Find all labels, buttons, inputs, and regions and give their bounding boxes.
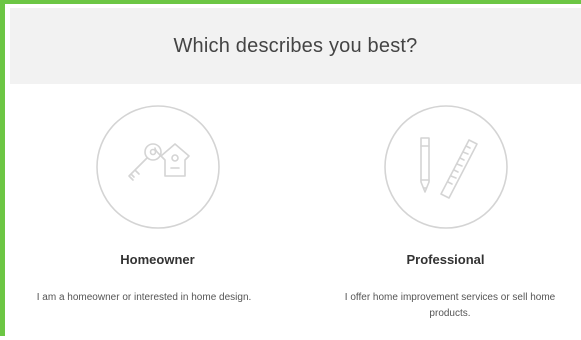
professional-title: Professional bbox=[406, 252, 485, 267]
pencil-ruler-icon bbox=[383, 104, 509, 230]
homeowner-title: Homeowner bbox=[120, 252, 195, 267]
selection-panel: Which describes you best? Homeowner I am… bbox=[0, 0, 581, 336]
question-title: Which describes you best? bbox=[173, 34, 418, 57]
keys-house-tag-icon bbox=[95, 104, 221, 230]
question-header: Which describes you best? bbox=[10, 8, 581, 84]
homeowner-option[interactable]: Homeowner I am a homeowner or interested… bbox=[15, 84, 300, 340]
professional-description: I offer home improvement services or sel… bbox=[344, 292, 556, 319]
professional-option[interactable]: Professional I offer home improvement se… bbox=[303, 84, 581, 340]
homeowner-description: I am a homeowner or interested in home d… bbox=[36, 292, 252, 303]
